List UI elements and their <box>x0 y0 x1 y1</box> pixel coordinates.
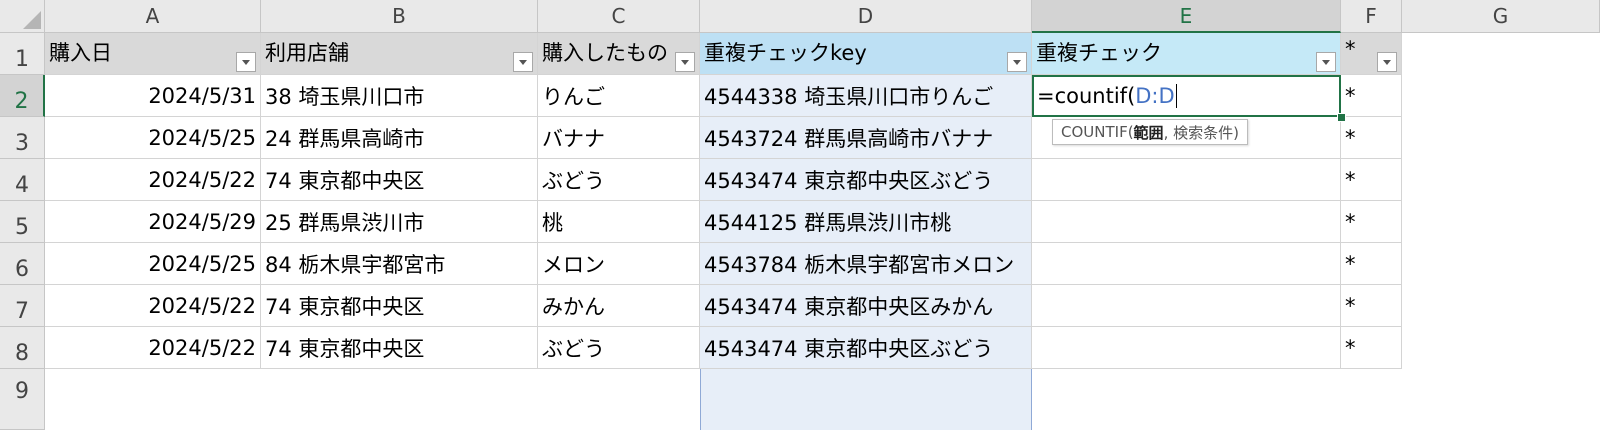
row-header-2[interactable]: 2 <box>0 75 45 117</box>
cell-dup-check[interactable] <box>1032 327 1341 369</box>
row-header-7[interactable]: 7 <box>0 285 45 327</box>
filter-dropdown-icon[interactable] <box>513 52 533 72</box>
cell-dup-check[interactable] <box>1032 285 1341 327</box>
cell-item[interactable]: バナナ <box>538 117 700 159</box>
cell-purchase-date[interactable]: 2024/5/22 <box>45 159 261 201</box>
cell-purchase-date[interactable]: 2024/5/22 <box>45 285 261 327</box>
column-header-d[interactable]: D <box>700 0 1032 33</box>
header-label: 重複チェックkey <box>704 41 867 65</box>
cell-store[interactable]: 24 群馬県高崎市 <box>261 117 538 159</box>
cell-mark[interactable]: * <box>1341 327 1402 369</box>
cell-item[interactable]: 桃 <box>538 201 700 243</box>
cell-purchase-date[interactable]: 2024/5/29 <box>45 201 261 243</box>
tooltip-arg-rest: , 検索条件) <box>1163 123 1239 142</box>
column-d-selection-fill <box>700 369 1032 430</box>
cell-dup-key[interactable]: 4544125 群馬県渋川市桃 <box>700 201 1032 243</box>
cell-dup-key[interactable]: 4543474 東京都中央区みかん <box>700 285 1032 327</box>
cell-item[interactable]: みかん <box>538 285 700 327</box>
header-label: 購入日 <box>49 41 112 65</box>
cell-mark[interactable]: * <box>1341 159 1402 201</box>
function-tooltip[interactable]: COUNTIF(範囲, 検索条件) <box>1052 119 1248 145</box>
spreadsheet-grid: A B C D E F G 1 2 3 4 5 6 7 8 9 購入日 利用店舗… <box>0 0 1600 430</box>
table-header-dup-check[interactable]: 重複チェック <box>1032 33 1341 75</box>
cell-purchase-date[interactable]: 2024/5/25 <box>45 243 261 285</box>
cell-item[interactable]: メロン <box>538 243 700 285</box>
filter-dropdown-icon[interactable] <box>1007 52 1027 72</box>
column-header-f[interactable]: F <box>1341 0 1402 33</box>
cell-store[interactable]: 25 群馬県渋川市 <box>261 201 538 243</box>
column-header-a[interactable]: A <box>45 0 261 33</box>
row-header-9[interactable]: 9 <box>0 369 45 430</box>
cell-store[interactable]: 74 東京都中央区 <box>261 285 538 327</box>
cell-mark[interactable]: * <box>1341 243 1402 285</box>
cell-item[interactable]: りんご <box>538 75 700 117</box>
row-header-1[interactable]: 1 <box>0 33 45 75</box>
cell-store[interactable]: 74 東京都中央区 <box>261 159 538 201</box>
select-all-corner[interactable] <box>0 0 45 33</box>
cell-store[interactable]: 38 埼玉県川口市 <box>261 75 538 117</box>
filter-dropdown-icon[interactable] <box>1377 52 1397 72</box>
cell-store[interactable]: 74 東京都中央区 <box>261 327 538 369</box>
cell-dup-key[interactable]: 4544338 埼玉県川口市りんご <box>700 75 1032 117</box>
fill-handle[interactable] <box>1337 113 1346 122</box>
cell-item[interactable]: ぶどう <box>538 327 700 369</box>
cell-store[interactable]: 84 栃木県宇都宮市 <box>261 243 538 285</box>
table-header-item[interactable]: 購入したもの <box>538 33 700 75</box>
cell-dup-key[interactable]: 4543474 東京都中央区ぶどう <box>700 159 1032 201</box>
column-header-e[interactable]: E <box>1032 0 1341 33</box>
row-header-5[interactable]: 5 <box>0 201 45 243</box>
cell-purchase-date[interactable]: 2024/5/25 <box>45 117 261 159</box>
row-header-4[interactable]: 4 <box>0 159 45 201</box>
cell-purchase-date[interactable]: 2024/5/31 <box>45 75 261 117</box>
tooltip-arg-range: 範囲 <box>1133 123 1164 142</box>
cell-dup-key[interactable]: 4543474 東京都中央区ぶどう <box>700 327 1032 369</box>
column-header-b[interactable]: B <box>261 0 538 33</box>
tooltip-function: COUNTIF( <box>1061 123 1134 141</box>
cell-dup-key[interactable]: 4543784 栃木県宇都宮市メロン <box>700 243 1032 285</box>
filter-dropdown-icon[interactable] <box>675 52 695 72</box>
cell-mark[interactable]: * <box>1341 201 1402 243</box>
formula-range-reference: D:D <box>1135 84 1175 108</box>
active-cell-editor[interactable]: =countif(D:D <box>1032 75 1341 117</box>
cell-dup-check[interactable] <box>1032 201 1341 243</box>
row-header-3[interactable]: 3 <box>0 117 45 159</box>
cell-dup-check[interactable] <box>1032 159 1341 201</box>
filter-dropdown-icon[interactable] <box>236 52 256 72</box>
cell-mark[interactable]: * <box>1341 75 1402 117</box>
table-header-purchase-date[interactable]: 購入日 <box>45 33 261 75</box>
header-label: 重複チェック <box>1036 41 1162 65</box>
table-header-dup-key[interactable]: 重複チェックkey <box>700 33 1032 75</box>
header-label: 利用店舗 <box>265 41 349 65</box>
row-header-6[interactable]: 6 <box>0 243 45 285</box>
row-header-8[interactable]: 8 <box>0 327 45 369</box>
column-header-g[interactable]: G <box>1402 0 1600 33</box>
formula-text: =countif( <box>1037 84 1136 108</box>
filter-dropdown-icon[interactable] <box>1316 52 1336 72</box>
cell-dup-key[interactable]: 4543724 群馬県高崎市バナナ <box>700 117 1032 159</box>
text-caret <box>1175 84 1177 108</box>
cell-purchase-date[interactable]: 2024/5/22 <box>45 327 261 369</box>
cell-item[interactable]: ぶどう <box>538 159 700 201</box>
table-header-store[interactable]: 利用店舗 <box>261 33 538 75</box>
table-header-mark[interactable]: * <box>1341 33 1402 75</box>
cell-dup-check[interactable] <box>1032 243 1341 285</box>
header-label: 購入したもの <box>542 41 668 65</box>
header-label: * <box>1345 37 1356 61</box>
column-header-c[interactable]: C <box>538 0 700 33</box>
cell-mark[interactable]: * <box>1341 117 1402 159</box>
cell-mark[interactable]: * <box>1341 285 1402 327</box>
